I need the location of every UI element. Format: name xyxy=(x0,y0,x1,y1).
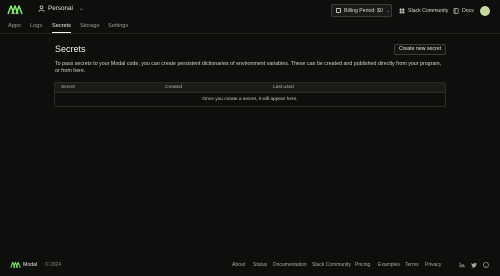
footer-copyright: © 2024 xyxy=(45,262,62,268)
page-description: To pass secrets to your Modal code, you … xyxy=(55,61,442,75)
footer-link-status[interactable]: Status xyxy=(253,262,267,268)
footer-link-privacy[interactable]: Privacy xyxy=(425,262,441,268)
chevron-down-icon: ⌄ xyxy=(385,7,391,14)
modal-logo-icon[interactable] xyxy=(7,4,23,16)
column-header-last-used[interactable]: Last used xyxy=(273,85,294,90)
slack-community-link[interactable]: Slack Community xyxy=(399,4,448,17)
tab-apps[interactable]: Apps xyxy=(8,22,21,33)
book-icon xyxy=(453,7,459,14)
tab-storage[interactable]: Storage xyxy=(80,22,100,33)
table-header: Secret Created Last used xyxy=(55,83,445,93)
github-icon[interactable] xyxy=(483,262,489,268)
chevron-down-icon: ⌄ xyxy=(78,6,84,12)
footer-link-about[interactable]: About xyxy=(232,262,245,268)
footer-link-slack-community[interactable]: Slack Community xyxy=(312,262,351,268)
page-title: Secrets xyxy=(55,44,86,54)
empty-state-message: Once you create a secret, it will appear… xyxy=(202,97,298,102)
workspace-name: Personal xyxy=(48,5,73,12)
user-icon xyxy=(38,5,45,12)
docs-label: Docs xyxy=(462,7,474,14)
nav-tabs: Apps Logs Secrets Storage Settings xyxy=(0,20,500,34)
tab-secrets[interactable]: Secrets xyxy=(52,22,71,33)
secrets-page: Personal ⌄ Billing Period: $0 ⌄ Slack Co… xyxy=(0,0,500,276)
footer-link-examples[interactable]: Examples xyxy=(378,262,400,268)
slack-icon xyxy=(399,7,405,14)
twitter-icon[interactable] xyxy=(471,262,477,268)
secrets-table: Secret Created Last used Once you create… xyxy=(54,82,446,107)
billing-period-label: Billing Period: $0 xyxy=(344,7,383,14)
column-header-secret[interactable]: Secret xyxy=(61,85,75,90)
tab-settings[interactable]: Settings xyxy=(108,22,128,33)
calendar-icon xyxy=(336,8,341,13)
create-new-secret-button[interactable]: Create new secret xyxy=(394,44,446,55)
footer-link-documentation[interactable]: Documentation xyxy=(273,262,307,268)
avatar[interactable] xyxy=(480,6,490,16)
top-bar: Personal ⌄ Billing Period: $0 ⌄ Slack Co… xyxy=(0,0,500,22)
workspace-switcher[interactable]: Personal ⌄ xyxy=(38,5,84,12)
modal-logo-icon[interactable] xyxy=(10,261,21,269)
footer-brand: Modal xyxy=(23,262,38,268)
linkedin-icon[interactable] xyxy=(459,262,465,268)
footer-link-pricing[interactable]: Pricing xyxy=(355,262,370,268)
footer-link-terms[interactable]: Terms xyxy=(405,262,419,268)
footer: Modal © 2024 About Status Documentation … xyxy=(0,258,500,272)
docs-link[interactable]: Docs xyxy=(453,4,474,17)
tab-logs[interactable]: Logs xyxy=(30,22,42,33)
billing-period-button[interactable]: Billing Period: $0 ⌄ xyxy=(331,4,392,17)
column-header-created[interactable]: Created xyxy=(165,85,182,90)
slack-community-label: Slack Community xyxy=(408,7,449,14)
